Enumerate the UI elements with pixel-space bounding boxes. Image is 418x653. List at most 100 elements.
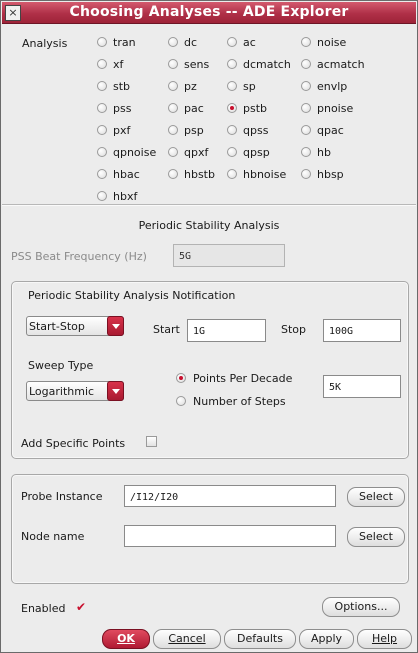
analysis-option-label: qpxf xyxy=(184,146,209,159)
beat-frequency-label: PSS Beat Frequency (Hz) xyxy=(11,250,147,263)
analysis-option-label: sens xyxy=(184,58,210,71)
analysis-radio-qpxf[interactable] xyxy=(168,147,178,157)
points-field[interactable]: 5K xyxy=(323,375,401,398)
analysis-radio-tran[interactable] xyxy=(97,37,107,47)
analysis-radio-qpnoise[interactable] xyxy=(97,147,107,157)
points-per-decade-label: Points Per Decade xyxy=(193,372,293,385)
select-node-button[interactable]: Select xyxy=(347,527,405,547)
analysis-option-label: acmatch xyxy=(317,58,365,71)
range-type-value: Start-Stop xyxy=(29,320,85,333)
analysis-option-label: pxf xyxy=(113,124,131,137)
analysis-radio-hbsp[interactable] xyxy=(301,169,311,179)
analysis-option-label: pss xyxy=(113,102,132,115)
defaults-button[interactable]: Defaults xyxy=(224,629,296,649)
enabled-label: Enabled xyxy=(21,602,66,615)
analysis-option-label: hbxf xyxy=(113,190,138,203)
stop-label: Stop xyxy=(281,323,307,336)
analysis-radio-acmatch[interactable] xyxy=(301,59,311,69)
cancel-label: Cancel xyxy=(168,632,206,645)
analysis-option-label: dc xyxy=(184,36,198,49)
analysis-option-label: hbnoise xyxy=(243,168,287,181)
dialog-window: × Choosing Analyses -- ADE Explorer Anal… xyxy=(0,0,418,653)
analysis-option-label: hbac xyxy=(113,168,140,181)
probe-instance-label: Probe Instance xyxy=(21,490,103,503)
analysis-radio-pz[interactable] xyxy=(168,81,178,91)
window-title: Choosing Analyses -- ADE Explorer xyxy=(69,4,349,20)
analysis-option-label: xf xyxy=(113,58,124,71)
analysis-option-label: pnoise xyxy=(317,102,354,115)
section-title: Periodic Stability Analysis xyxy=(138,219,280,232)
analysis-radio-pss[interactable] xyxy=(97,103,107,113)
analysis-radio-hbac[interactable] xyxy=(97,169,107,179)
analysis-radio-noise[interactable] xyxy=(301,37,311,47)
analysis-radio-sp[interactable] xyxy=(227,81,237,91)
analysis-radio-qpac[interactable] xyxy=(301,125,311,135)
analysis-radio-dcmatch[interactable] xyxy=(227,59,237,69)
number-of-steps-radio[interactable] xyxy=(176,396,186,406)
analysis-option-label: tran xyxy=(113,36,136,49)
analysis-option-label: hbsp xyxy=(317,168,344,181)
analysis-option-label: pac xyxy=(184,102,204,115)
analysis-radio-envlp[interactable] xyxy=(301,81,311,91)
analysis-label: Analysis xyxy=(22,37,68,50)
apply-button[interactable]: Apply xyxy=(299,629,354,649)
analysis-radio-xf[interactable] xyxy=(97,59,107,69)
analysis-radio-qpsp[interactable] xyxy=(227,147,237,157)
help-button[interactable]: Help xyxy=(357,629,412,649)
analysis-radio-pstb[interactable] xyxy=(227,103,237,113)
analysis-option-label: sp xyxy=(243,80,256,93)
node-name-field[interactable] xyxy=(124,525,336,547)
analysis-option-label: hb xyxy=(317,146,331,159)
title-bar[interactable]: × Choosing Analyses -- ADE Explorer xyxy=(2,2,416,24)
add-points-checkbox[interactable] xyxy=(146,436,157,447)
add-points-label: Add Specific Points xyxy=(21,437,126,450)
chevron-down-icon xyxy=(107,381,124,401)
analysis-radio-sens[interactable] xyxy=(168,59,178,69)
analysis-option-label: dcmatch xyxy=(243,58,291,71)
number-of-steps-label: Number of Steps xyxy=(193,395,286,408)
enabled-checkbox[interactable]: ✔ xyxy=(76,601,86,613)
divider xyxy=(2,204,416,206)
analysis-radio-pnoise[interactable] xyxy=(301,103,311,113)
analysis-radio-hb[interactable] xyxy=(301,147,311,157)
analysis-radio-pac[interactable] xyxy=(168,103,178,113)
sweep-type-label: Sweep Type xyxy=(28,359,94,372)
analysis-option-label: stb xyxy=(113,80,131,93)
analysis-radio-psp[interactable] xyxy=(168,125,178,135)
node-name-label: Node name xyxy=(21,530,85,543)
analysis-radio-qpss[interactable] xyxy=(227,125,237,135)
probe-instance-field[interactable]: /I12/I20 xyxy=(124,485,336,507)
analysis-radio-dc[interactable] xyxy=(168,37,178,47)
analysis-radio-stb[interactable] xyxy=(97,81,107,91)
analysis-option-label: qpac xyxy=(317,124,344,137)
analysis-option-label: pstb xyxy=(243,102,268,115)
chevron-down-icon xyxy=(107,316,124,336)
notification-title: Periodic Stability Analysis Notification xyxy=(28,289,236,302)
analysis-option-label: qpnoise xyxy=(113,146,157,159)
analysis-option-label: ac xyxy=(243,36,256,49)
select-instance-button[interactable]: Select xyxy=(347,487,405,507)
sweep-type-select[interactable]: Logarithmic xyxy=(26,381,124,401)
analysis-option-label: hbstb xyxy=(184,168,215,181)
analysis-option-label: qpsp xyxy=(243,146,270,159)
beat-frequency-field[interactable]: 5G xyxy=(173,244,285,267)
analysis-option-label: qpss xyxy=(243,124,269,137)
points-per-decade-radio[interactable] xyxy=(176,373,186,383)
analysis-radio-pxf[interactable] xyxy=(97,125,107,135)
analysis-radio-hbstb[interactable] xyxy=(168,169,178,179)
sweep-type-value: Logarithmic xyxy=(29,385,95,398)
analysis-option-label: pz xyxy=(184,80,197,93)
start-field[interactable]: 1G xyxy=(187,319,266,342)
range-type-select[interactable]: Start-Stop xyxy=(26,316,124,336)
analysis-radio-ac[interactable] xyxy=(227,37,237,47)
ok-button[interactable]: OK xyxy=(102,629,150,649)
cancel-button[interactable]: Cancel xyxy=(153,629,221,649)
analysis-option-label: psp xyxy=(184,124,204,137)
options-button[interactable]: Options... xyxy=(322,597,400,617)
help-label: Help xyxy=(371,632,398,645)
analysis-radio-hbxf[interactable] xyxy=(97,191,107,201)
stop-field[interactable]: 100G xyxy=(323,319,401,342)
analysis-radio-hbnoise[interactable] xyxy=(227,169,237,179)
start-label: Start xyxy=(153,323,180,336)
analysis-option-label: envlp xyxy=(317,80,348,93)
